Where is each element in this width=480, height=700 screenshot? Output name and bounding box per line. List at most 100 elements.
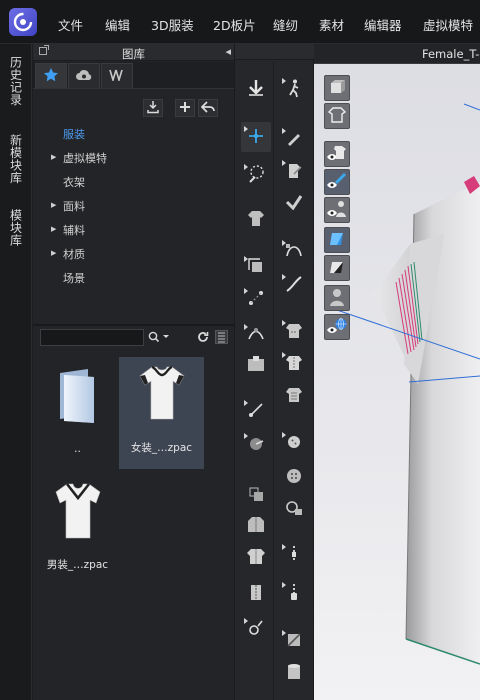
arrangement-icon	[245, 354, 267, 377]
shadow-view-button[interactable]	[324, 255, 350, 281]
collapse-left-icon[interactable]: ◂	[225, 45, 231, 58]
menu-avatar[interactable]: 虚拟模特	[423, 15, 473, 34]
garment-outline-icon	[327, 106, 347, 127]
texture-tool-button[interactable]	[279, 380, 309, 410]
expand-arrow-icon[interactable]: ▶	[51, 249, 56, 257]
submenu-arrow-icon	[244, 433, 248, 439]
show-garment-button[interactable]	[324, 103, 350, 129]
segment-tool-button[interactable]	[279, 270, 309, 300]
fit-tool-button[interactable]	[279, 348, 309, 378]
submenu-arrow-icon	[244, 126, 248, 132]
list-view-icon[interactable]	[215, 330, 228, 344]
sew-tool-button[interactable]	[241, 320, 271, 350]
tab-history[interactable]: 历史记录	[0, 56, 32, 116]
menu-editor[interactable]: 编辑器	[364, 15, 402, 34]
lock-tool-button[interactable]	[279, 494, 309, 524]
layer-tool-button[interactable]	[241, 542, 271, 572]
search-input[interactable]	[40, 329, 144, 346]
zipper-slider-button[interactable]	[279, 578, 309, 608]
tape-icon	[246, 433, 266, 456]
point-tool-button[interactable]	[241, 284, 271, 314]
button-round-icon	[284, 466, 304, 489]
download-button[interactable]	[143, 99, 163, 117]
add-button[interactable]	[175, 99, 195, 117]
tree-item-avatar[interactable]: 虚拟模特	[63, 150, 107, 166]
tab-cloud[interactable]	[68, 63, 100, 88]
tree-item-material[interactable]: 材质	[63, 246, 85, 262]
tab-assets[interactable]	[101, 63, 133, 88]
trace-tool-button[interactable]	[279, 188, 309, 218]
avatar-pose-button[interactable]	[279, 74, 309, 104]
measure-tool-button[interactable]	[279, 124, 309, 154]
menu-edit[interactable]: 编辑	[105, 15, 130, 34]
transform-tool-button[interactable]	[241, 252, 271, 282]
curve-tool-button[interactable]	[279, 236, 309, 266]
submenu-arrow-icon	[244, 400, 248, 406]
3d-viewport[interactable]: Female_T-	[314, 44, 480, 700]
back-button[interactable]	[198, 99, 218, 117]
expand-arrow-icon[interactable]: ▶	[51, 153, 56, 161]
tab-favorites[interactable]	[35, 63, 67, 88]
eye-brush-icon	[326, 171, 348, 194]
folder-icon	[52, 363, 104, 425]
tool-strip-header	[235, 44, 315, 60]
tree-item-garment[interactable]: 服装	[63, 126, 85, 142]
drop-tool-button[interactable]	[241, 74, 271, 104]
download-icon	[146, 100, 160, 117]
menu-3d-garment[interactable]: 3D服装	[151, 15, 194, 34]
library-tab-bar	[33, 62, 234, 89]
tree-item-scene[interactable]: 场景	[63, 270, 85, 286]
tape-piping-button[interactable]	[279, 626, 309, 656]
eye-shirt-icon	[326, 143, 348, 166]
edit-pattern-button[interactable]	[279, 156, 309, 186]
puckering-button[interactable]	[279, 658, 309, 688]
tape-tool-button[interactable]	[241, 429, 271, 459]
search-icon[interactable]	[148, 331, 170, 346]
file-item-parent-folder[interactable]: ..	[35, 357, 120, 469]
menu-materials[interactable]: 素材	[319, 15, 344, 34]
sewing-line-button[interactable]	[279, 316, 309, 346]
tree-item-hanger[interactable]: 衣架	[63, 174, 85, 190]
select-tool-button[interactable]	[241, 160, 271, 190]
pin-tool-button[interactable]	[241, 396, 271, 426]
arrange-tool-button[interactable]	[241, 350, 271, 380]
zipper-add-button[interactable]	[279, 540, 309, 570]
shirt-tool-icon	[246, 208, 266, 231]
garment-tool-button[interactable]	[241, 204, 271, 234]
move-tool-button[interactable]	[241, 122, 271, 152]
splitter[interactable]	[33, 324, 234, 326]
menu-sewing[interactable]: 缝纫	[273, 15, 298, 34]
tshirt-icon	[52, 480, 104, 542]
fabric-roll-icon	[284, 662, 304, 685]
seam-icon	[246, 324, 266, 347]
tree-item-trims[interactable]: 辅料	[63, 222, 85, 238]
menu-file[interactable]: 文件	[58, 15, 83, 34]
file-item-womens-tshirt[interactable]: 女装_…zpac	[119, 357, 204, 469]
toggle-garment-visibility[interactable]	[324, 141, 350, 167]
menu-2d-pattern[interactable]: 2D板片	[213, 15, 256, 34]
expand-arrow-icon[interactable]: ▶	[51, 201, 56, 209]
tree-item-fabric[interactable]: 面料	[63, 198, 85, 214]
toggle-pattern-visibility[interactable]	[324, 169, 350, 195]
button-tool-button[interactable]	[241, 614, 271, 644]
file-item-mens-tshirt[interactable]: 男装_…zpac	[35, 474, 120, 586]
avatar-tool-button[interactable]	[241, 510, 271, 540]
needle-icon	[246, 400, 266, 423]
tab-new-module-library[interactable]: 新模块库	[0, 134, 32, 194]
cloud-icon	[75, 68, 93, 85]
fold-tool-button[interactable]	[241, 480, 271, 510]
button-add-tool[interactable]	[279, 428, 309, 458]
expand-arrow-icon[interactable]: ▶	[51, 225, 56, 233]
toggle-environment-visibility[interactable]	[324, 314, 350, 340]
refresh-icon[interactable]	[197, 331, 209, 346]
tab-module-library[interactable]: 模块库	[0, 209, 32, 259]
avatar-display-button[interactable]	[324, 285, 350, 311]
buttonhole-tool[interactable]	[279, 462, 309, 492]
show-avatar-button[interactable]	[324, 75, 350, 101]
zipper-tool-button[interactable]	[241, 578, 271, 608]
app-logo-icon[interactable]	[9, 8, 37, 36]
toggle-avatar-visibility[interactable]	[324, 197, 350, 223]
submenu-arrow-icon	[282, 582, 286, 588]
texture-view-button[interactable]	[324, 227, 350, 253]
submenu-arrow-icon	[282, 630, 286, 636]
